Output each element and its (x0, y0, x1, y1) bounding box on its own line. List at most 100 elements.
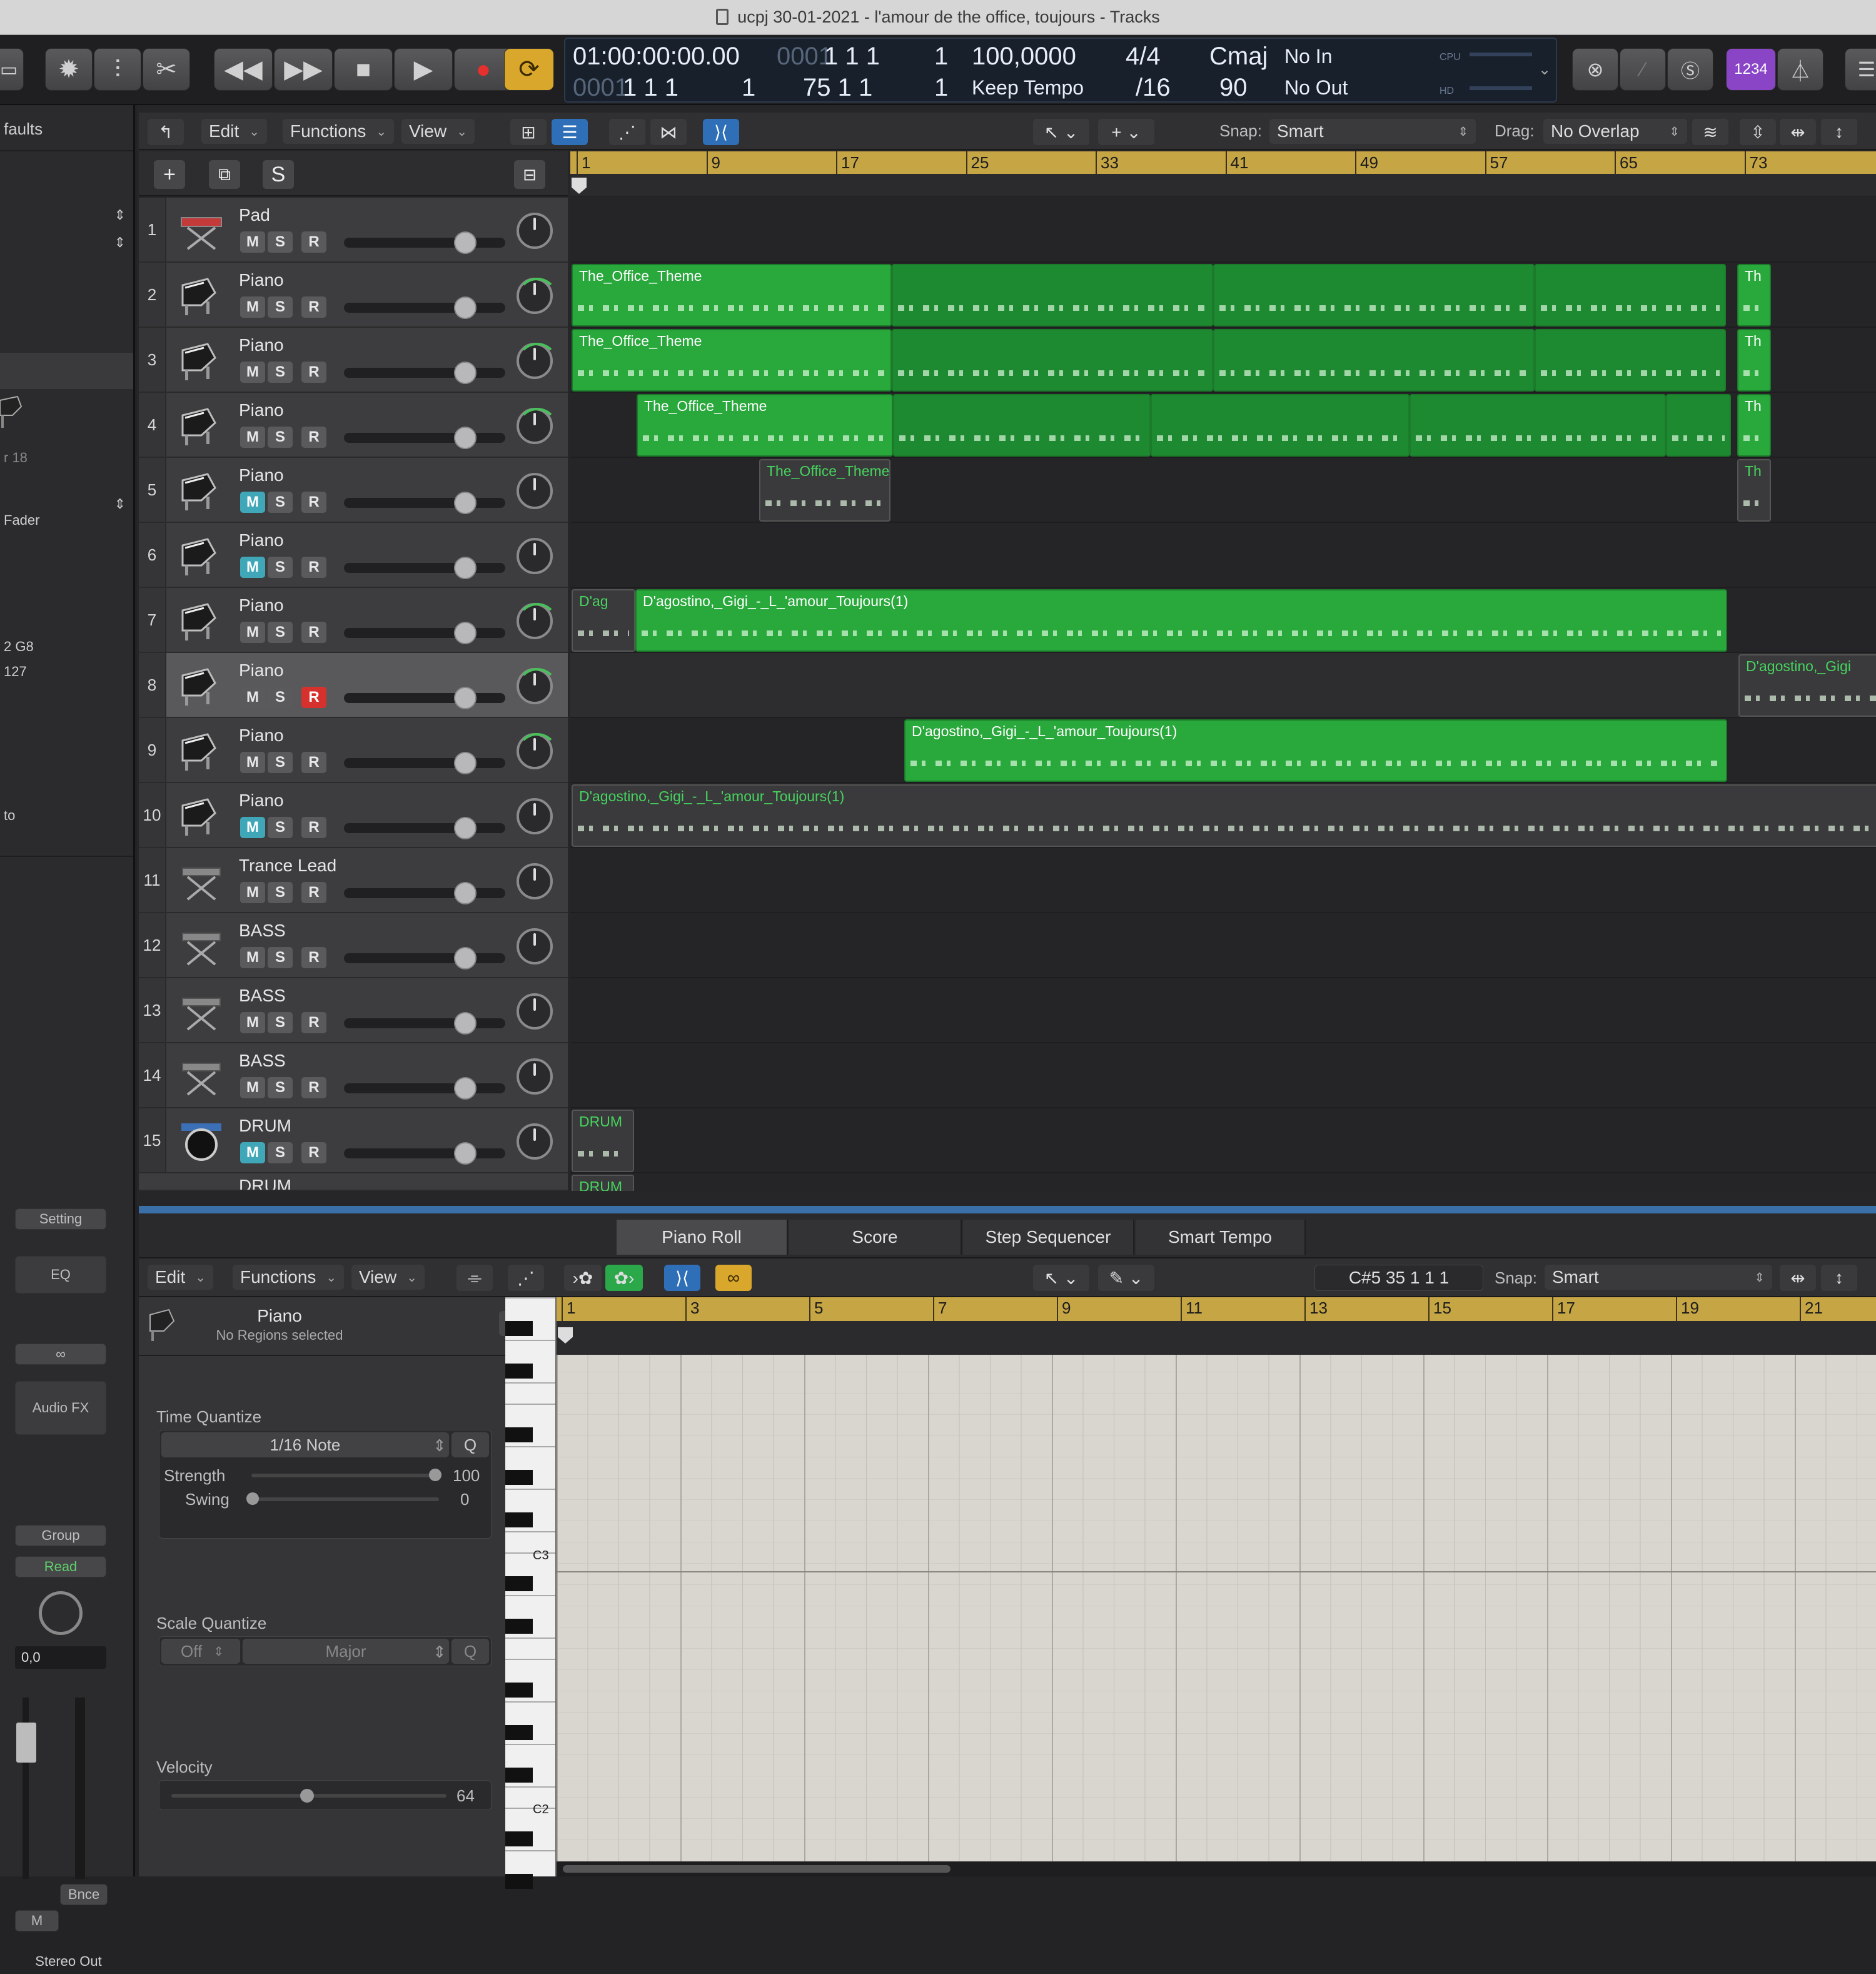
record-enable-button[interactable]: R (301, 1012, 326, 1033)
midi-region[interactable]: DRUM (572, 1110, 634, 1172)
editor-view-menu[interactable]: View ⌄ (351, 1265, 425, 1290)
play-button[interactable]: ▶ (394, 48, 453, 91)
edit-menu[interactable]: Edit ⌄ (201, 119, 268, 144)
mute-button[interactable]: M (240, 752, 265, 773)
track-name[interactable]: Piano (239, 726, 284, 746)
solo-button[interactable]: S (268, 817, 293, 838)
track-header[interactable]: 2 Piano M S R (139, 263, 568, 328)
midi-region[interactable]: The_Office_Theme (637, 394, 893, 457)
track-lane[interactable] (570, 848, 1876, 913)
count-in-button[interactable]: 1234 (1726, 48, 1776, 91)
pan-knob[interactable] (517, 1123, 553, 1160)
midi-region[interactable]: The_Office_Theme (759, 459, 890, 522)
quantize-select[interactable]: 1/16 Note (161, 1432, 449, 1457)
record-enable-button[interactable]: R (301, 752, 326, 773)
solo-button[interactable]: S (268, 622, 293, 643)
catch-icon[interactable]: ⟩⟨ (664, 1265, 700, 1291)
record-enable-button[interactable]: R (301, 1077, 326, 1098)
midi-region[interactable]: Th (1737, 329, 1771, 392)
record-enable-button[interactable]: R (301, 231, 326, 253)
fader-knob[interactable] (454, 231, 477, 254)
horizontal-zoom-icon[interactable]: ⇹ (1780, 119, 1816, 145)
volume-fader-handle[interactable] (16, 1723, 36, 1763)
piano-roll-ruler[interactable]: 1 3 5 7 9 11 13 15 17 19 21 (557, 1297, 1876, 1321)
midi-region[interactable]: Th (1737, 264, 1771, 326)
volume-fader[interactable] (344, 1142, 505, 1165)
solo-button[interactable]: S (268, 1012, 293, 1033)
strength-handle[interactable] (429, 1469, 441, 1481)
scrollbar-thumb[interactable] (563, 1865, 951, 1873)
list-editors-button[interactable]: ☰ (1845, 48, 1876, 91)
black-key[interactable] (505, 1321, 533, 1336)
lcd-display[interactable]: 01:00:00:00.00 0001 1 1 1 1 0001 1 1 1 1… (564, 38, 1557, 103)
swing-handle[interactable] (246, 1492, 259, 1505)
fader-knob[interactable] (454, 622, 477, 644)
midi-region[interactable]: D'agostino,_Gigi_-_L_'amour_Toujours(1) (904, 719, 1727, 782)
scale-major-select[interactable]: Major (243, 1639, 449, 1664)
pan-knob[interactable] (517, 733, 558, 769)
link-button[interactable]: ∞ (15, 1344, 106, 1365)
editor-snap-select[interactable]: Smart ⇕ (1545, 1265, 1772, 1290)
midi-region[interactable]: D'agostino,_Gigi_-_L_'amour_Toujours(1) (635, 589, 1727, 652)
pan-knob[interactable] (517, 1058, 553, 1095)
record-enable-button[interactable]: R (301, 296, 326, 318)
horizontal-scrollbar[interactable] (557, 1861, 1876, 1876)
back-icon[interactable]: ↰ (148, 119, 184, 145)
midi-region[interactable]: D'agostino,_Gigi (1738, 654, 1876, 717)
midi-region[interactable] (893, 394, 1151, 457)
volume-fader[interactable] (344, 296, 505, 319)
track-lane[interactable] (570, 653, 1876, 718)
fader-knob[interactable] (454, 947, 477, 969)
pan-knob[interactable] (39, 1591, 83, 1635)
solo-button[interactable]: S (268, 752, 293, 773)
track-name[interactable]: Piano (239, 595, 284, 615)
fader-knob[interactable] (454, 427, 477, 449)
setting-button[interactable]: Setting (15, 1208, 106, 1230)
fader-knob[interactable] (454, 557, 477, 579)
track-lane[interactable] (570, 1043, 1876, 1108)
mute-button[interactable]: M (240, 296, 265, 318)
view-menu[interactable]: View ⌄ (401, 119, 475, 144)
collapse-button[interactable]: ⊟ (514, 160, 545, 189)
snap-select[interactable]: Smart ⇕ (1269, 119, 1476, 144)
fader-knob[interactable] (454, 752, 477, 774)
mute-button[interactable]: M (240, 492, 265, 513)
catch-icon[interactable]: ⟩⟨ (703, 119, 739, 145)
automation-icon[interactable]: ⋰ (609, 119, 645, 145)
midi-region[interactable] (892, 329, 1213, 392)
black-key[interactable] (505, 1427, 533, 1442)
volume-fader[interactable] (344, 947, 505, 969)
mute-button[interactable]: M (240, 1142, 265, 1163)
pan-knob[interactable] (517, 603, 558, 639)
solo-button[interactable]: S (268, 231, 293, 253)
volume-fader[interactable] (344, 557, 505, 579)
bounce-button[interactable]: Bnce (60, 1884, 108, 1905)
track-lanes[interactable]: The_Office_Theme Th The_Office_Theme Th The_… (570, 198, 1876, 1191)
mute-button[interactable]: M (240, 427, 265, 448)
crosshair-tool-icon[interactable]: + ⌄ (1098, 119, 1154, 145)
auto-label[interactable]: to (0, 803, 133, 828)
track-name[interactable]: Piano (239, 270, 284, 290)
group-button[interactable]: Group (15, 1525, 106, 1546)
solo-button[interactable]: S (268, 1077, 293, 1098)
timeline-ruler[interactable]: 1 9 17 25 33 41 49 57 65 73 (570, 151, 1876, 174)
solo-button[interactable]: Ⓢ (1667, 48, 1713, 91)
swing-slider[interactable] (251, 1497, 439, 1501)
track-header[interactable]: 13 BASS M S R (139, 978, 568, 1043)
volume-fader[interactable] (344, 817, 505, 839)
track-header[interactable]: 15 DRUM M S R (139, 1108, 568, 1173)
midi-region[interactable]: The_Office_Theme (572, 329, 892, 392)
editor-tab[interactable]: Score (789, 1220, 962, 1255)
stop-button[interactable]: ■ (334, 48, 393, 91)
region-defaults-header[interactable]: faults (0, 116, 133, 141)
midi-region[interactable] (1666, 394, 1731, 457)
midi-region[interactable] (1410, 394, 1666, 457)
duplicate-track-button[interactable]: ⧉ (209, 160, 240, 189)
track-name[interactable]: Piano (239, 791, 284, 811)
record-enable-button[interactable]: R (301, 817, 326, 838)
playhead-icon[interactable] (558, 1327, 573, 1344)
mute-button[interactable]: M (240, 1077, 265, 1098)
stepper-arrow-icon[interactable]: ⇕ (0, 203, 133, 228)
record-enable-button[interactable]: R (301, 622, 326, 643)
mute-button[interactable]: M (240, 817, 265, 838)
